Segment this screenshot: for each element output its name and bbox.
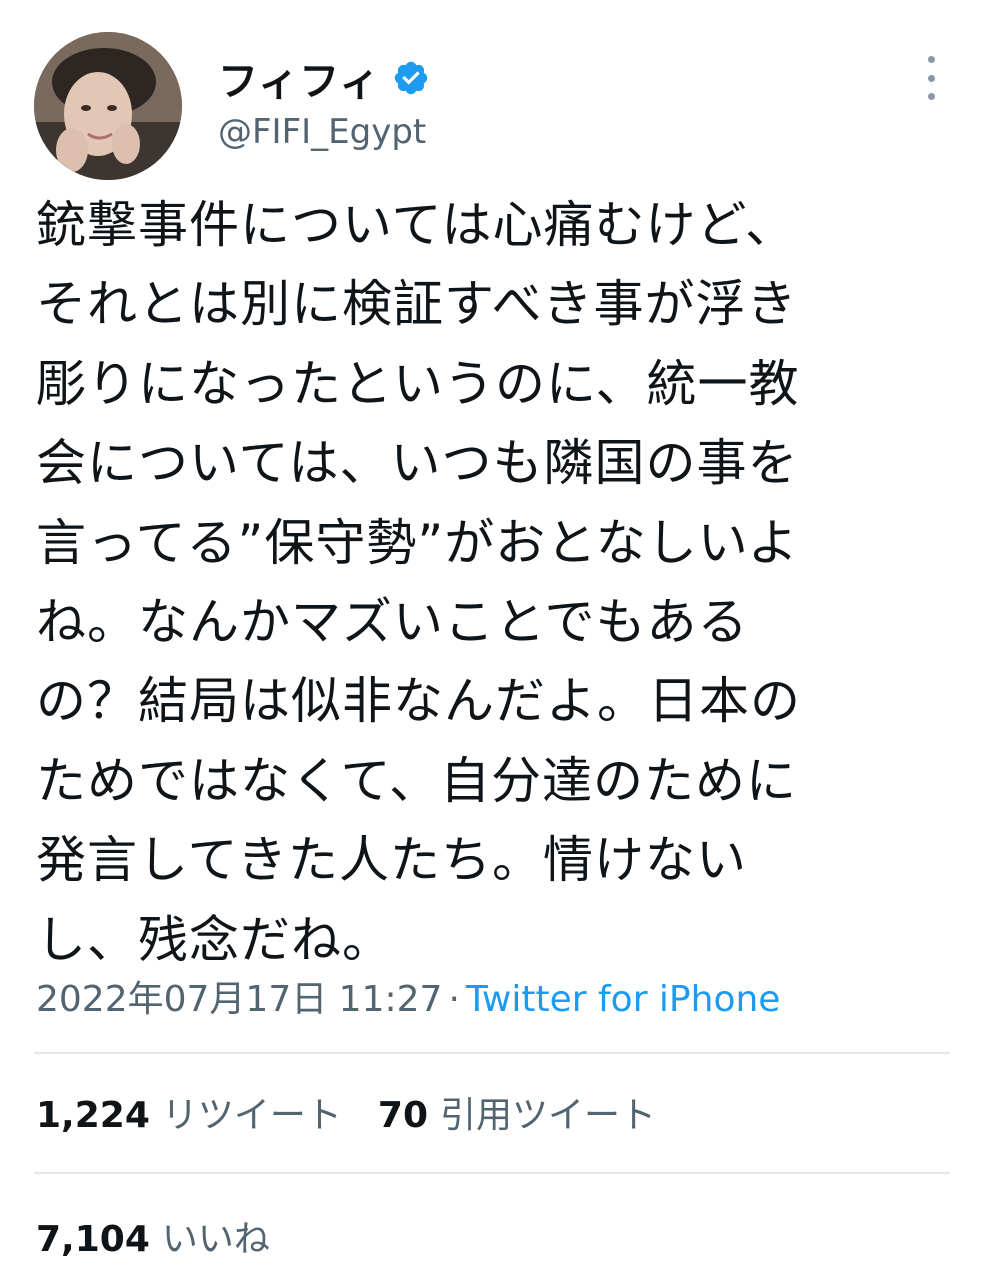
more-options-icon[interactable] [916,56,946,100]
tweet-line: 銃撃事件については心痛むけど、 [36,196,796,254]
quotes-count: 70 [377,1095,428,1136]
tweet-line: し、残念だね。 [36,910,393,969]
likes-label: いいね [161,1219,270,1260]
tweet-line: の？結局は似非なんだよ。日本の [36,672,801,731]
divider [34,1172,950,1174]
more-dot [927,93,935,100]
verified-badge-icon [395,61,428,95]
author-handle[interactable]: @FIFI_Egypt [218,112,426,152]
tweet-timestamp[interactable]: 2022年07月17日 11:27 [36,979,442,1020]
display-name[interactable]: フィフィ [218,49,380,107]
tweet-line: ためではなくて、自分達のために [36,751,797,810]
likes-stat[interactable]: 7,104 いいね [36,1210,270,1262]
tweet-line: ね。なんかマズいことでもある [36,592,749,651]
tweet-line: 彫りになったというのに、統一教 [36,354,800,413]
tweet-line: 言ってる”保守勢”がおとなしいよ [36,513,799,572]
quotes-stat[interactable]: 70 引用ツイート [378,1086,656,1138]
more-dot [927,56,935,63]
quotes-label: 引用ツイート [440,1095,657,1136]
tweet-text: 銃撃事件については心痛むけど、 それとは別に検証すべき事が浮き 彫りになったとい… [36,186,946,980]
avatar[interactable] [34,32,182,180]
meta-separator: · [448,979,460,1020]
retweets-count: 1,224 [36,1095,150,1136]
tweet-source-link[interactable]: Twitter for iPhone [466,979,781,1020]
stats-row-shares: 1,224 リツイート 70 引用ツイート [36,1086,656,1138]
retweets-label: リツイート [161,1095,342,1136]
likes-count: 7,104 [36,1219,150,1260]
tweet-line: それとは別に検証すべき事が浮き [36,275,798,334]
divider [34,1052,950,1054]
tweet-line: 発言してきた人たち。情けない [36,831,747,890]
author-name-row[interactable]: フィフィ [218,50,430,106]
retweets-stat[interactable]: 1,224 リツイート [36,1086,342,1138]
tweet-line: 会については、いつも隣国の事を [36,434,799,493]
more-dot [927,74,935,82]
tweet-meta: 2022年07月17日 11:27 · Twitter for iPhone [36,970,780,1022]
stats-row-likes: 7,104 いいね [36,1210,270,1262]
